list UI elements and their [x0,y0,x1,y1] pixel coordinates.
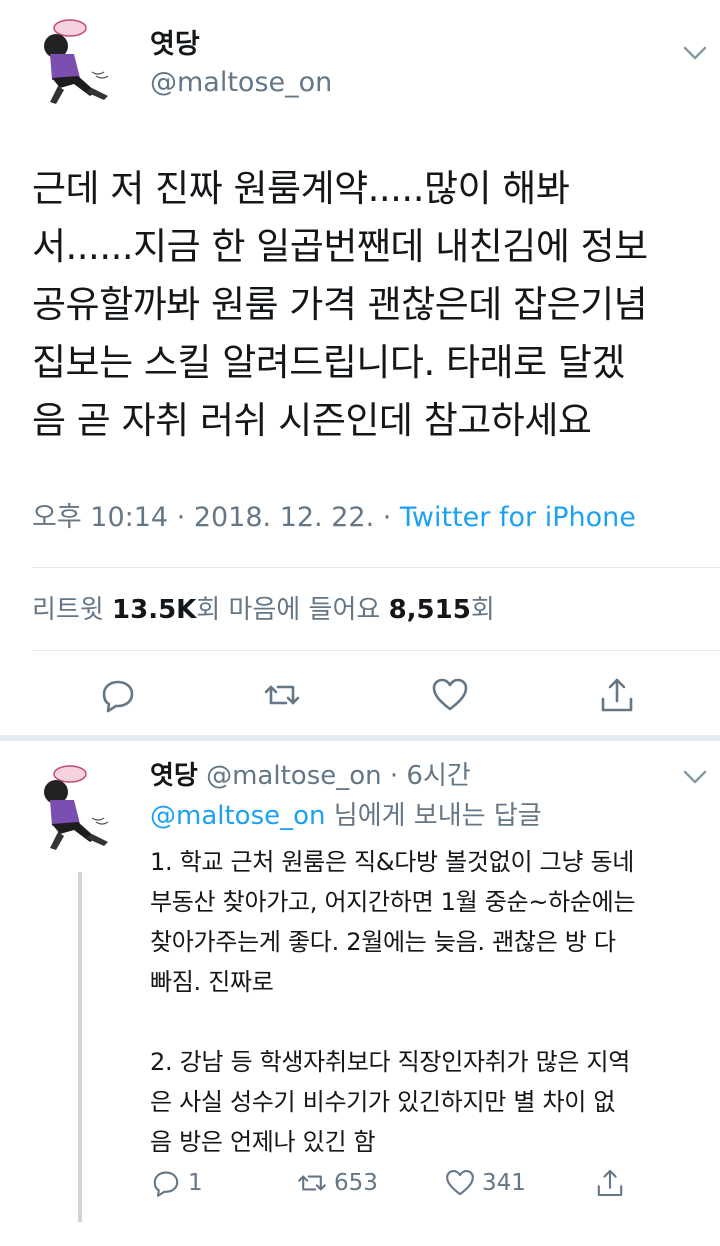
heart-icon [432,678,468,711]
reply-header: 엿당 @maltose_on · 6시간 [150,758,471,794]
share-button[interactable] [594,1166,632,1200]
like-count: 341 [482,1170,526,1196]
tweet-text: 근데 저 진짜 원룸계약.....많이 해봐 서......지금 한 일곱번짼데… [32,160,707,450]
reply-count: 1 [188,1170,203,1196]
replying-to: @maltose_on 님에게 보내는 답글 [150,798,542,834]
avatar-drawing-icon [44,19,109,104]
chevron-down-icon[interactable] [682,768,708,786]
replying-to-suffix: 님에게 보내는 답글 [325,801,542,831]
display-name[interactable]: 엿당 [150,28,200,62]
retweet-icon [264,685,300,705]
reply-text-line: 1. 학교 근처 원룸은 직&다방 볼것없이 그냥 동네 [150,848,635,876]
reply-button[interactable] [98,675,138,715]
retweets-label: 리트윗 [32,595,113,625]
likes-suffix: 회 [470,595,495,625]
tweet-stats: 리트윗 13.5K회 마음에 들어요 8,515회 [32,592,495,628]
heart-icon [446,1169,474,1196]
share-button[interactable] [597,675,637,715]
relative-time[interactable]: · 6시간 [382,761,471,791]
divider [32,567,720,568]
retweet-count: 653 [334,1170,378,1196]
user-handle[interactable]: @maltose_on [198,761,382,791]
reply-text-line: 찾아가주는게 좋다. 2월에는 늦음. 괜찮은 방 다 [150,928,616,956]
tweet-text-line: 서......지금 한 일곱번짼데 내친김에 정보 [32,225,648,268]
likes-count[interactable]: 8,515 [389,595,471,625]
avatar-drawing-icon [44,765,109,850]
reply-text-line: 빠짐. 진짜로 [150,968,274,996]
tweet-text-line: 근데 저 진짜 원룸계약.....많이 해봐 [32,167,570,210]
avatar[interactable] [30,14,126,110]
reply-text-line: 부동산 찾아가고, 어지간하면 1월 중순~하순에는 [150,888,636,916]
reply-bubble-icon [102,680,134,713]
chevron-down-icon[interactable] [682,44,708,62]
avatar[interactable] [30,760,126,856]
like-button[interactable] [430,675,470,715]
reply-text-line: 은 사실 성수기 비수기가 있긴하지만 별 차이 없 [150,1088,616,1116]
share-icon [597,1169,623,1197]
retweets-count[interactable]: 13.5K [112,595,196,625]
divider [32,650,720,651]
share-icon [601,678,633,712]
tweet-detail-screen: 엿당 @maltose_on 근데 저 진짜 원룸계약.....많이 해봐 서.… [0,0,720,1246]
retweet-button[interactable] [262,675,302,715]
tweet-meta: 오후 10:14 · 2018. 12. 22. · Twitter for i… [32,500,636,536]
tweet-text-line: 음 곧 자취 러쉬 시즌인데 참고하세요 [32,399,592,442]
user-handle[interactable]: @maltose_on [150,66,332,100]
source-link[interactable]: Twitter for iPhone [400,502,636,533]
retweets-suffix: 회 마음에 들어요 [196,595,389,625]
thread-line [78,872,82,1222]
retweet-button[interactable]: 653 [296,1166,378,1200]
display-name[interactable]: 엿당 [150,761,198,791]
reply-text-line: 음 방은 언제나 있긴 함 [150,1128,376,1156]
mention-link[interactable]: @maltose_on [150,801,326,831]
like-button[interactable]: 341 [444,1166,526,1200]
section-divider [0,735,720,741]
reply-text: 1. 학교 근처 원룸은 직&다방 볼것없이 그냥 동네 부동산 찾아가고, 어… [150,842,710,1162]
tweet-text-line: 집보는 스킬 알려드립니다. 타래로 달겠 [32,341,625,384]
timestamp[interactable]: 오후 10:14 · 2018. 12. 22. · [32,502,400,533]
reply-text-line: 2. 강남 등 학생자취보다 직장인자취가 많은 지역 [150,1048,631,1076]
reply-button[interactable]: 1 [150,1166,203,1200]
retweet-icon [298,1175,326,1191]
tweet-text-line: 공유할까봐 원룸 가격 괜찮은데 잡은기념 [32,283,648,326]
reply-bubble-icon [153,1171,179,1197]
